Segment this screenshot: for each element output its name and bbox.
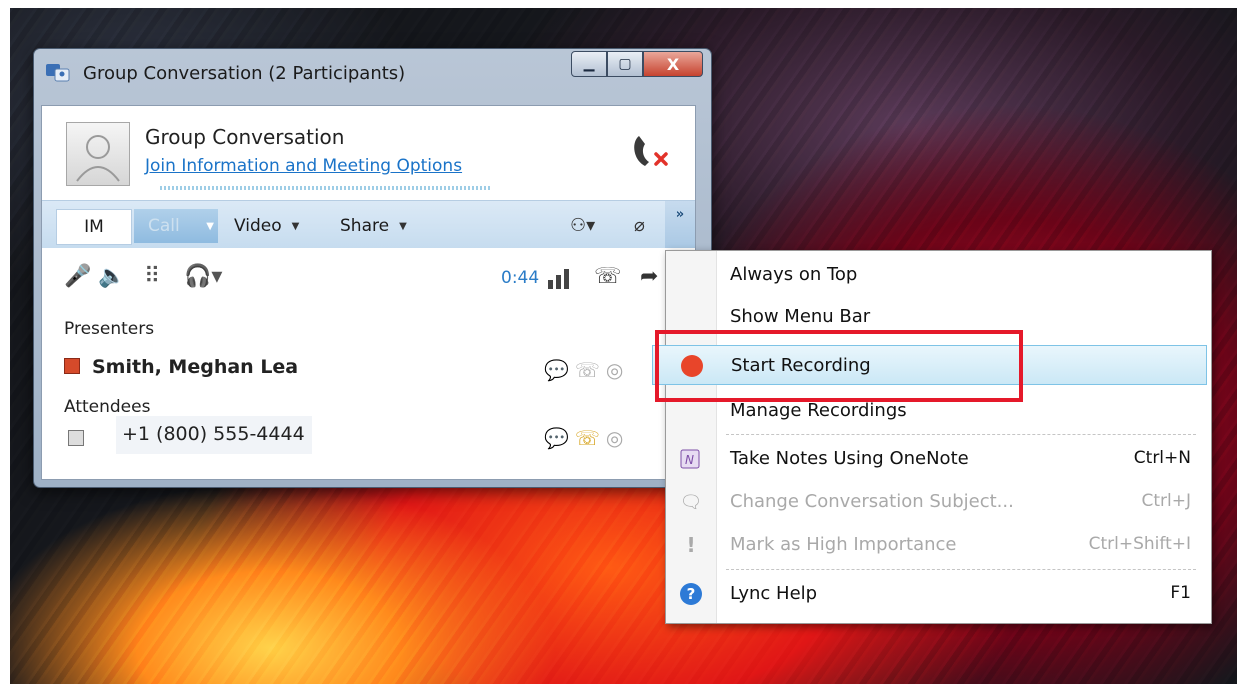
presenters-label: Presenters <box>64 319 155 339</box>
attendee-phone-number: +1 (800) 555-4444 <box>116 416 312 454</box>
conversation-client: Group Conversation Join Information and … <box>41 105 696 480</box>
attendees-label: Attendees <box>64 397 151 417</box>
close-icon: X <box>666 54 680 74</box>
header-divider <box>160 186 490 190</box>
hold-call-icon[interactable]: ☏ <box>594 264 622 289</box>
menu-item-always-on-top[interactable]: Always on Top <box>666 255 1211 295</box>
onenote-icon: N <box>678 447 704 471</box>
window-title: Group Conversation (2 Participants) <box>83 63 406 84</box>
tab-call[interactable]: Call ▼ <box>134 209 218 243</box>
menu-item-label: Take Notes Using OneNote <box>730 448 969 469</box>
audio-device-icon[interactable]: 🎧▾ <box>184 264 222 289</box>
attachment-icon[interactable]: ⌀ <box>634 215 645 236</box>
chevron-down-icon: ▼ <box>291 220 300 232</box>
chevron-down-icon: ▼ <box>399 220 407 232</box>
tab-im-label: IM <box>84 217 104 237</box>
maximize-icon: ▢ <box>618 56 632 72</box>
tab-call-label: Call <box>148 216 180 236</box>
menu-item-label: Manage Recordings <box>730 400 907 421</box>
transfer-call-icon[interactable]: ➦ <box>640 264 658 289</box>
presenter-name: Smith, Meghan Lea <box>92 356 299 378</box>
menu-item-label: Show Menu Bar <box>730 306 871 327</box>
chevron-down-icon: ▼ <box>206 220 214 232</box>
menu-separator <box>726 569 1196 571</box>
menu-item-take-notes-onenote[interactable]: N Take Notes Using OneNote Ctrl+N <box>666 439 1211 479</box>
help-icon: ? <box>680 583 702 605</box>
tab-share[interactable]: Share ▼ <box>340 209 407 243</box>
menu-item-shortcut: Ctrl+N <box>1133 448 1191 468</box>
attendee-action-icons[interactable]: 💬☏◎ <box>544 426 629 450</box>
call-timer: 0:44 <box>501 268 540 288</box>
svg-text:N: N <box>685 453 694 467</box>
phone-device-icon <box>68 430 84 446</box>
change-subject-icon: 🗨 <box>679 491 703 513</box>
menu-item-shortcut: Ctrl+J <box>1141 491 1191 511</box>
mute-microphone-icon[interactable]: 🎤 <box>64 264 91 289</box>
title-bar[interactable]: Group Conversation (2 Participants) ▁ ▢ … <box>34 49 711 95</box>
presenter-action-icons[interactable]: 💬☏◎ <box>544 358 629 382</box>
end-call-icon[interactable] <box>629 132 671 172</box>
menu-item-shortcut: F1 <box>1170 583 1191 603</box>
maximize-button[interactable]: ▢ <box>607 51 643 77</box>
conversation-window: Group Conversation (2 Participants) ▁ ▢ … <box>33 48 712 488</box>
menu-item-high-importance[interactable]: ! Mark as High Importance Ctrl+Shift+I <box>666 525 1211 565</box>
signal-strength-icon <box>548 269 569 289</box>
modality-tab-bar: IM Call ▼ Video ▼ Share ▼ ⚇▾ ⌀ » <box>42 200 695 250</box>
menu-item-label: Lync Help <box>730 583 818 604</box>
menu-item-label: Mark as High Importance <box>730 534 957 555</box>
menu-separator <box>726 434 1196 436</box>
dialpad-icon[interactable]: ⠿ <box>144 264 160 289</box>
tab-video[interactable]: Video ▼ <box>234 209 299 243</box>
lync-app-icon <box>46 64 70 82</box>
minimize-icon: ▁ <box>583 56 595 72</box>
more-options-icon: » <box>675 207 685 222</box>
menu-item-lync-help[interactable]: ? Lync Help F1 <box>666 574 1211 614</box>
conversation-header: Group Conversation Join Information and … <box>42 106 695 200</box>
minimize-button[interactable]: ▁ <box>571 51 607 77</box>
conversation-title: Group Conversation <box>145 125 345 149</box>
participants-icon[interactable]: ⚇▾ <box>570 215 595 236</box>
menu-item-label: Change Conversation Subject... <box>730 491 1014 512</box>
more-options-button[interactable]: » <box>665 201 695 249</box>
menu-item-change-subject[interactable]: 🗨 Change Conversation Subject... Ctrl+J <box>666 482 1211 522</box>
presence-busy-icon <box>64 358 80 374</box>
close-button[interactable]: X <box>643 51 703 77</box>
annotation-highlight-box <box>655 330 1023 402</box>
group-avatar-icon <box>66 122 130 186</box>
more-options-menu: Always on Top Show Menu Bar Start Record… <box>652 250 1212 624</box>
menu-item-shortcut: Ctrl+Shift+I <box>1088 534 1191 554</box>
high-importance-icon: ! <box>686 533 696 557</box>
call-controls-bar: 🎤 🔈 ⠿ 🎧▾ 0:44 ☏ ➦ <box>42 248 695 308</box>
menu-item-label: Always on Top <box>730 264 858 285</box>
tab-im[interactable]: IM <box>56 209 132 245</box>
speaker-icon[interactable]: 🔈 <box>98 264 125 289</box>
presenter-row[interactable]: Smith, Meghan Lea <box>64 356 298 378</box>
tab-share-label: Share <box>340 216 390 236</box>
join-information-link[interactable]: Join Information and Meeting Options <box>145 156 462 176</box>
tab-video-label: Video <box>234 216 282 236</box>
